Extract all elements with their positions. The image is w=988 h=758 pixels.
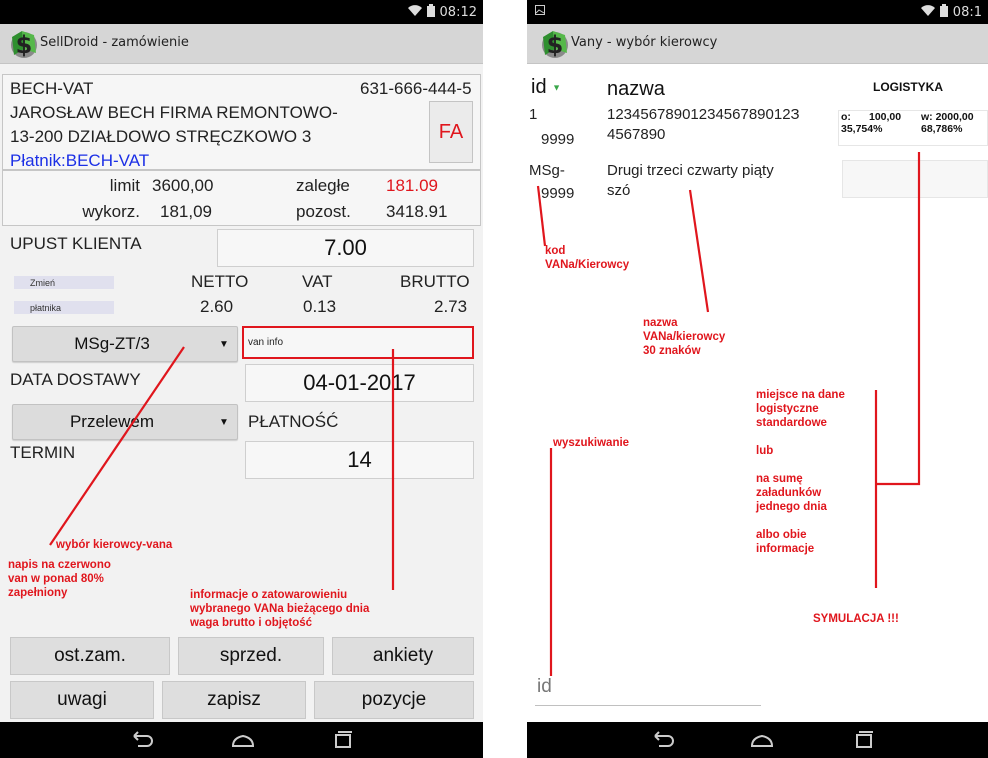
client-phone: 631-666-444-5: [360, 79, 472, 98]
action-bar: $ Vany - wybór kierowcy: [527, 24, 988, 64]
annotation-search: wyszukiwanie: [553, 437, 630, 449]
van-selected-label: MSg-ZT/3: [74, 334, 150, 353]
row-name-line1: Drugi trzeci czwarty piąty: [607, 162, 774, 179]
column-header-name[interactable]: nazwa: [607, 78, 665, 101]
logistics-w-value: w: 2000,00: [921, 111, 974, 123]
vat-value: 0.13: [303, 297, 337, 316]
discount-label: UPUST KLIENTA: [10, 234, 142, 253]
logistics-o-value: 100,00: [869, 111, 902, 123]
logistics-cell-empty: [842, 160, 988, 198]
logistics-pct-1: 35,754%: [841, 123, 883, 135]
payment-label: PŁATNOŚĆ: [248, 412, 339, 431]
annotation-simulation: SYMULACJA !!!: [813, 613, 899, 625]
clock: 08:1: [952, 5, 982, 20]
vat-label: VAT: [302, 272, 333, 291]
document-type-button[interactable]: FA: [429, 101, 473, 163]
row-id-top: MSg-: [529, 162, 565, 179]
column-header-id[interactable]: id ▼: [531, 76, 561, 99]
annotation-red-text: napis na czerwono van w ponad 80% zapełn…: [8, 559, 111, 599]
back-icon[interactable]: [128, 730, 154, 750]
dropdown-arrow-icon: ▼: [219, 416, 229, 428]
navigation-bar: [0, 722, 483, 758]
overdue-label: zaległe: [296, 176, 350, 195]
order-screen: 08:12 $ SellDroid - zamówienie BECH-VAT …: [0, 0, 483, 758]
app-title: SellDroid - zamówienie: [40, 35, 189, 50]
clock: 08:12: [439, 5, 477, 20]
used-label: wykorz.: [82, 202, 140, 221]
recent-apps-icon[interactable]: [851, 730, 877, 750]
svg-text:$: $: [547, 31, 564, 59]
van-selector[interactable]: MSg-ZT/3 ▼: [12, 326, 238, 362]
svg-text:$: $: [16, 31, 33, 59]
recent-apps-icon[interactable]: [330, 730, 356, 750]
sort-indicator-icon: ▼: [552, 82, 562, 93]
delivery-date-label: DATA DOSTAWY: [10, 370, 141, 389]
navigation-bar: [527, 722, 988, 758]
logistics-pct-2: 68,786%: [921, 123, 963, 135]
payment-method-label: Przelewem: [69, 412, 155, 431]
client-address: 13-200 DZIAŁDOWO STRĘCZKOWO 3: [10, 127, 312, 146]
discount-field[interactable]: 7.00: [217, 229, 474, 267]
search-input[interactable]: id: [535, 676, 761, 706]
brutto-label: BRUTTO: [400, 272, 470, 291]
logistics-o-label: o:: [841, 111, 851, 123]
annotation-code: kod VANa/Kierowcy: [545, 245, 630, 271]
row-id-bottom: 9999: [541, 131, 575, 148]
logistics-header: LOGISTYKA: [873, 80, 944, 94]
used-value: 181,09: [160, 202, 212, 221]
annotation-logistics: miejsce na dane logistyczne standardowe …: [756, 389, 845, 555]
annotation-van-choice: wybór kierowcy-vana: [56, 539, 173, 551]
action-bar: $ SellDroid - zamówienie: [0, 24, 483, 64]
remaining-label: pozost.: [296, 202, 351, 221]
term-field[interactable]: 14: [245, 441, 474, 479]
limit-value: 3600,00: [152, 176, 214, 195]
row-id-top: 1: [529, 106, 538, 123]
status-bar: 08:1: [527, 0, 988, 24]
wifi-icon: [407, 4, 422, 21]
sales-button[interactable]: sprzed.: [178, 637, 324, 675]
client-name: JAROSŁAW BECH FIRMA REMONTOWO-: [10, 103, 338, 122]
logistics-cell: o: 100,00 w: 2000,00 35,754% 68,786%: [838, 110, 988, 146]
brutto-value: 2.73: [434, 297, 468, 316]
selldroid-logo-icon[interactable]: $: [8, 27, 40, 61]
image-notification-icon: [535, 4, 545, 18]
limit-label: limit: [109, 176, 140, 195]
netto-label: NETTO: [191, 272, 249, 291]
wifi-icon: [920, 4, 935, 21]
home-icon[interactable]: [749, 730, 775, 750]
back-icon[interactable]: [649, 730, 675, 750]
battery-icon: [939, 4, 948, 21]
status-bar: 08:12: [0, 0, 483, 24]
change-payer-chip-top[interactable]: Zmień: [14, 276, 114, 289]
delivery-date-field[interactable]: 04-01-2017: [245, 364, 474, 402]
home-icon[interactable]: [230, 730, 256, 750]
remaining-value: 3418.91: [386, 202, 448, 221]
items-button[interactable]: pozycje: [314, 681, 474, 719]
battery-icon: [426, 4, 435, 21]
overdue-value: 181.09: [386, 176, 438, 195]
row-name-line2: 4567890: [607, 126, 666, 143]
screen-title: Vany - wybór kierowcy: [571, 35, 718, 50]
netto-value: 2.60: [200, 297, 234, 316]
annotation-name: nazwa VANa/kierowcy 30 znaków: [643, 317, 726, 357]
surveys-button[interactable]: ankiety: [332, 637, 474, 675]
row-name-line2: szó: [607, 182, 631, 199]
payment-method-selector[interactable]: Przelewem ▼: [12, 404, 238, 440]
row-id-bottom: 9999: [541, 185, 575, 202]
client-code: BECH-VAT: [10, 79, 94, 98]
dropdown-arrow-icon: ▼: [219, 338, 229, 350]
selldroid-logo-icon[interactable]: $: [539, 27, 571, 61]
change-payer-chip-bottom[interactable]: płatnika: [14, 301, 114, 314]
van-selection-screen: 08:1 $ Vany - wybór kierowcy id ▼ nazwa …: [527, 0, 988, 758]
notes-button[interactable]: uwagi: [10, 681, 154, 719]
save-button[interactable]: zapisz: [162, 681, 306, 719]
row-name-line1: 1234567890123456789012З: [607, 106, 800, 123]
term-label: TERMIN: [10, 443, 76, 462]
annotation-van-info: informacje o zatowarowieniu wybranego VA…: [190, 589, 370, 629]
van-info-field[interactable]: van info: [242, 326, 474, 359]
last-orders-button[interactable]: ost.zam.: [10, 637, 170, 675]
client-payer: Płatnik:BECH-VAT: [10, 151, 150, 170]
